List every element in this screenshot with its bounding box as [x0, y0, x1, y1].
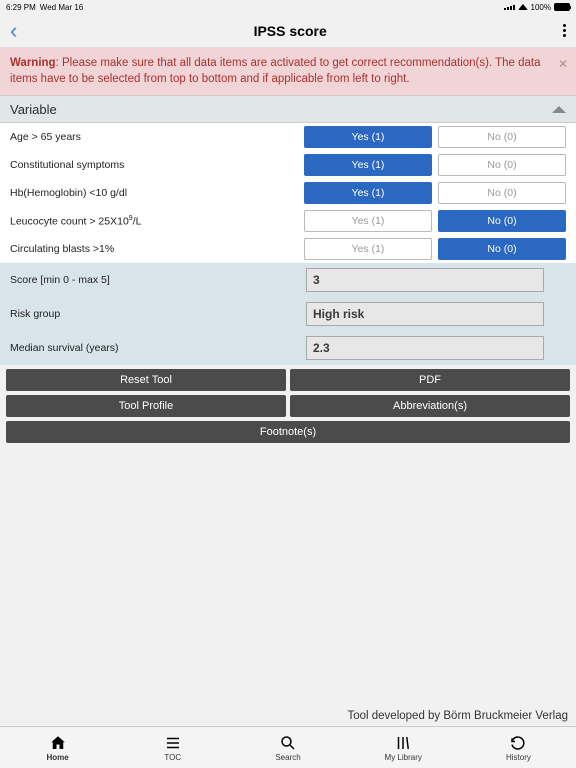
- tab-label: TOC: [164, 753, 181, 762]
- variable-row: Circulating blasts >1% Yes (1) No (0): [0, 235, 576, 263]
- reset-button[interactable]: Reset Tool: [6, 369, 286, 391]
- home-icon: [49, 734, 67, 752]
- yes-button[interactable]: Yes (1): [304, 126, 432, 148]
- row-label: Circulating blasts >1%: [10, 243, 304, 255]
- yes-button[interactable]: Yes (1): [304, 210, 432, 232]
- status-date: Wed Mar 16: [40, 3, 83, 12]
- status-time: 6:29 PM: [6, 3, 36, 12]
- list-icon: [164, 734, 182, 752]
- signal-icon: [504, 5, 515, 10]
- chevron-up-icon: [552, 106, 566, 113]
- tool-profile-button[interactable]: Tool Profile: [6, 395, 286, 417]
- row-label: Hb(Hemoglobin) <10 g/dl: [10, 187, 304, 199]
- tab-bar: Home TOC Search My Library History: [0, 726, 576, 768]
- row-label: Age > 65 years: [10, 131, 304, 143]
- tab-label: Home: [46, 753, 68, 762]
- yes-button[interactable]: Yes (1): [304, 154, 432, 176]
- result-label: Score [min 0 - max 5]: [10, 274, 306, 286]
- variable-row: Age > 65 years Yes (1) No (0): [0, 123, 576, 151]
- header: ‹ IPSS score: [0, 14, 576, 48]
- tab-label: Search: [275, 753, 300, 762]
- no-button[interactable]: No (0): [438, 154, 566, 176]
- yes-button[interactable]: Yes (1): [304, 182, 432, 204]
- warning-label: Warning: [10, 57, 56, 69]
- section-header[interactable]: Variable: [0, 95, 576, 123]
- warning-banner: Warning: Please make sure that all data …: [0, 48, 576, 95]
- library-icon: [394, 734, 412, 752]
- result-row: Risk group High risk: [0, 297, 576, 331]
- action-buttons: Reset Tool PDF Tool Profile Abbreviation…: [0, 365, 576, 447]
- variable-row: Constitutional symptoms Yes (1) No (0): [0, 151, 576, 179]
- result-value: 2.3: [306, 336, 544, 360]
- warning-text: : Please make sure that all data items a…: [10, 57, 541, 85]
- result-row: Score [min 0 - max 5] 3: [0, 263, 576, 297]
- yes-button[interactable]: Yes (1): [304, 238, 432, 260]
- page-title: IPSS score: [254, 23, 327, 39]
- result-row: Median survival (years) 2.3: [0, 331, 576, 365]
- tab-history[interactable]: History: [461, 727, 576, 768]
- results-section: Score [min 0 - max 5] 3 Risk group High …: [0, 263, 576, 365]
- no-button[interactable]: No (0): [438, 182, 566, 204]
- section-title: Variable: [10, 102, 57, 117]
- abbreviations-button[interactable]: Abbreviation(s): [290, 395, 570, 417]
- no-button[interactable]: No (0): [438, 126, 566, 148]
- result-label: Median survival (years): [10, 342, 306, 354]
- credit-text: Tool developed by Börm Bruckmeier Verlag: [0, 706, 576, 726]
- search-icon: [279, 734, 297, 752]
- close-icon[interactable]: ✕: [558, 56, 568, 72]
- battery-icon: [554, 3, 570, 11]
- tab-toc[interactable]: TOC: [115, 727, 230, 768]
- status-bar: 6:29 PM Wed Mar 16 100%: [0, 0, 576, 14]
- battery-pct: 100%: [531, 3, 551, 12]
- result-value: 3: [306, 268, 544, 292]
- variable-row: Hb(Hemoglobin) <10 g/dl Yes (1) No (0): [0, 179, 576, 207]
- no-button[interactable]: No (0): [438, 210, 566, 232]
- row-label: Leucocyte count > 25X109/L: [10, 215, 304, 228]
- result-value: High risk: [306, 302, 544, 326]
- tab-label: My Library: [385, 753, 422, 762]
- more-button[interactable]: [563, 24, 566, 37]
- tab-search[interactable]: Search: [230, 727, 345, 768]
- variable-row: Leucocyte count > 25X109/L Yes (1) No (0…: [0, 207, 576, 235]
- history-icon: [509, 734, 527, 752]
- pdf-button[interactable]: PDF: [290, 369, 570, 391]
- variable-rows: Age > 65 years Yes (1) No (0) Constituti…: [0, 123, 576, 263]
- row-label: Constitutional symptoms: [10, 159, 304, 171]
- tab-label: History: [506, 753, 531, 762]
- result-label: Risk group: [10, 308, 306, 320]
- footnote-button[interactable]: Footnote(s): [6, 421, 570, 443]
- tab-library[interactable]: My Library: [346, 727, 461, 768]
- back-button[interactable]: ‹: [10, 18, 17, 44]
- no-button[interactable]: No (0): [438, 238, 566, 260]
- wifi-icon: [518, 4, 528, 10]
- tab-home[interactable]: Home: [0, 727, 115, 768]
